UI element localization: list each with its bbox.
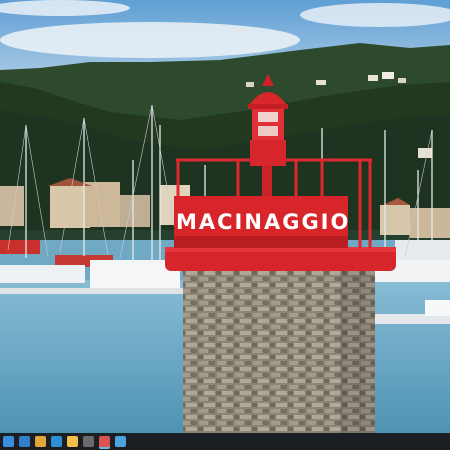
village-building bbox=[410, 208, 450, 238]
photos-icon[interactable] bbox=[51, 436, 62, 447]
house bbox=[382, 72, 394, 79]
lighthouse-sign-label: MACINAGGIO bbox=[176, 210, 351, 234]
sign-board-shade bbox=[174, 236, 348, 248]
lantern-ladder bbox=[262, 166, 272, 196]
windows-icon[interactable] bbox=[3, 436, 14, 447]
lantern-band bbox=[248, 104, 288, 109]
boat-hull bbox=[0, 240, 40, 254]
boat-hull bbox=[425, 300, 450, 316]
lantern-base bbox=[250, 140, 286, 166]
boat-hull bbox=[395, 240, 450, 260]
village-building bbox=[120, 195, 150, 227]
tower-shadow bbox=[340, 270, 375, 433]
app-icon[interactable] bbox=[83, 436, 94, 447]
village-building bbox=[0, 186, 24, 226]
browser-icon[interactable] bbox=[99, 436, 110, 447]
chrome-icon[interactable] bbox=[35, 436, 46, 447]
house bbox=[368, 75, 378, 81]
village-building bbox=[85, 182, 120, 227]
pier bbox=[0, 288, 185, 294]
house bbox=[316, 80, 326, 85]
house bbox=[246, 82, 254, 87]
house bbox=[418, 148, 432, 158]
photo-app-icon[interactable] bbox=[115, 436, 126, 447]
taskbar bbox=[0, 433, 450, 450]
lantern-window bbox=[258, 112, 278, 122]
lantern-window bbox=[258, 126, 278, 136]
cloud bbox=[0, 22, 300, 58]
mail-icon[interactable] bbox=[19, 436, 30, 447]
house bbox=[398, 78, 406, 83]
file-explorer-icon[interactable] bbox=[67, 436, 78, 447]
boat-hull bbox=[0, 265, 85, 283]
